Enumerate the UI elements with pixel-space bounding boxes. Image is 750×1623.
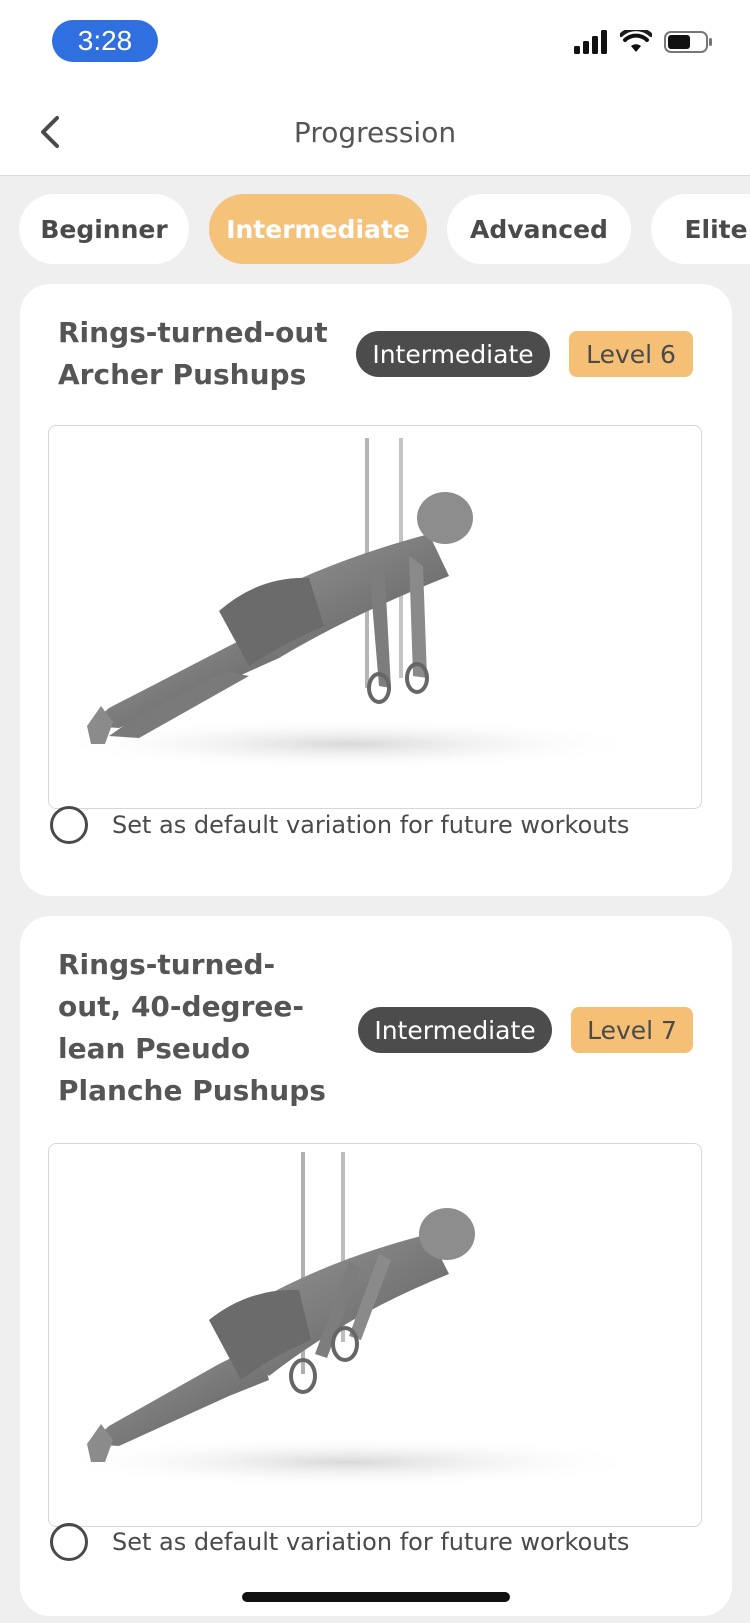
radio-unchecked-icon[interactable] (50, 806, 88, 844)
status-time: 3:28 (52, 20, 158, 62)
tab-advanced[interactable]: Advanced (447, 194, 631, 264)
exercise-title: Rings-turned-out Archer Pushups (58, 316, 328, 391)
exercise-image (48, 1143, 702, 1527)
difficulty-badge: Intermediate (358, 1007, 552, 1053)
tab-intermediate[interactable]: Intermediate (209, 194, 427, 264)
default-variation-label: Set as default variation for future work… (112, 811, 630, 839)
cellular-signal-icon (574, 30, 607, 54)
chevron-left-icon (41, 116, 59, 148)
level-badge: Level 7 (571, 1007, 693, 1053)
nav-bar: Progression (0, 88, 750, 176)
tab-elite[interactable]: Elite (651, 194, 750, 264)
default-variation-label: Set as default variation for future work… (112, 1528, 630, 1556)
radio-unchecked-icon[interactable] (50, 1523, 88, 1561)
default-variation-toggle[interactable]: Set as default variation for future work… (50, 803, 629, 847)
exercise-card: Rings-turned-out, 40-degree-lean Pseudo … (20, 916, 732, 1616)
status-icons (574, 30, 714, 54)
battery-icon (664, 31, 712, 53)
exercise-title: Rings-turned-out, 40-degree-lean Pseudo … (58, 948, 326, 1107)
status-bar: 3:28 (0, 0, 750, 88)
wifi-icon (620, 30, 652, 52)
pseudo-planche-pushup-illustration (49, 1152, 649, 1488)
difficulty-badge: Intermediate (356, 331, 550, 377)
default-variation-toggle[interactable]: Set as default variation for future work… (50, 1520, 629, 1564)
page-title: Progression (293, 115, 457, 149)
level-badge: Level 6 (569, 331, 693, 377)
back-button[interactable] (24, 106, 76, 158)
exercise-card: Rings-turned-out Archer Pushups Intermed… (20, 284, 732, 896)
archer-pushup-illustration (49, 438, 649, 770)
level-tabs: Beginner Intermediate Advanced Elite (0, 176, 750, 280)
home-indicator (242, 1592, 510, 1602)
exercise-image (48, 425, 702, 809)
tab-beginner[interactable]: Beginner (19, 194, 189, 264)
